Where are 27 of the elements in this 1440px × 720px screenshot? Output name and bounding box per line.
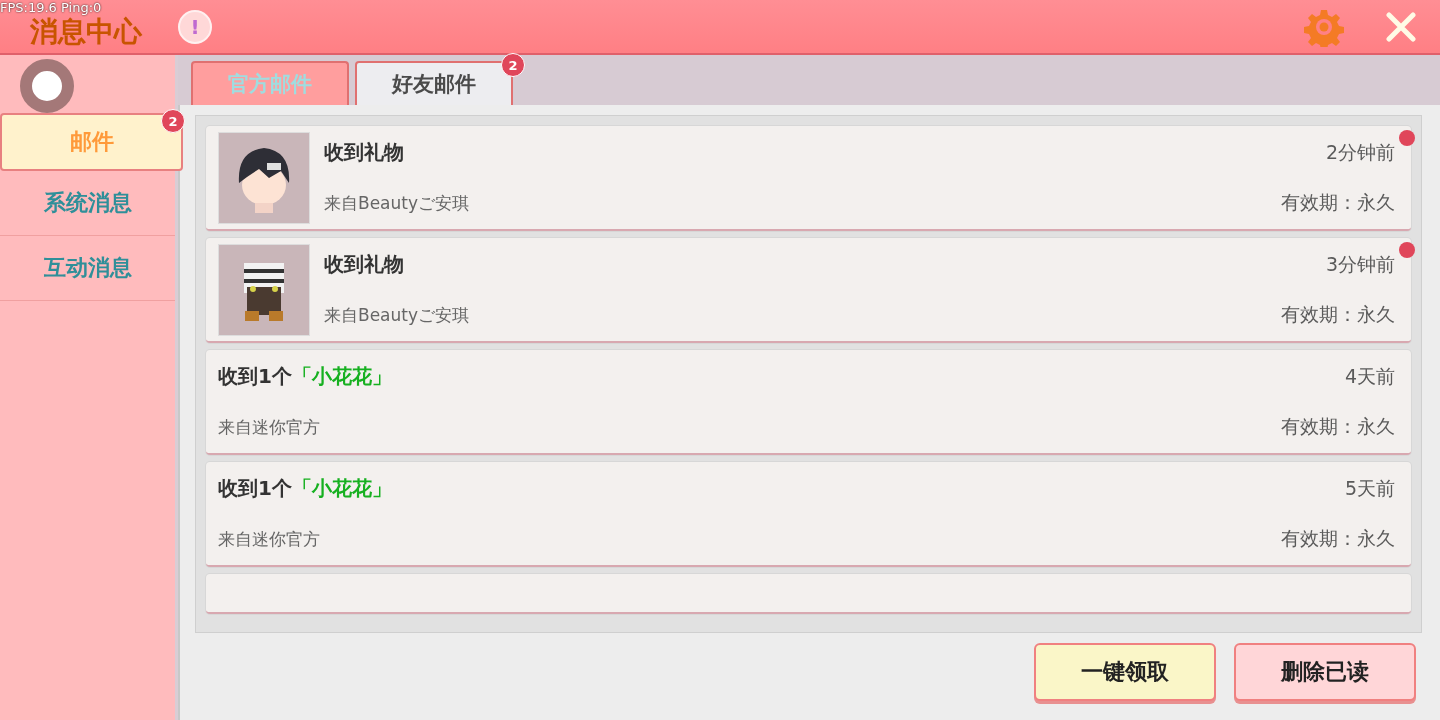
count-badge: 2 xyxy=(501,53,525,77)
count-badge: 2 xyxy=(161,109,185,133)
mail-time: 5天前 xyxy=(1344,476,1395,501)
mail-sender: 来自Beautyご安琪 xyxy=(324,192,470,215)
mail-title: 收到礼物 xyxy=(324,251,404,278)
validity-text: 有效期：永久 xyxy=(1281,302,1395,327)
mail-card[interactable]: 收到1个「小花花」 4天前 来自迷你官方 有效期：永久 xyxy=(206,350,1411,455)
window-title: 消息中心 xyxy=(30,14,142,50)
mail-sender: 来自迷你官方 xyxy=(218,528,320,551)
validity-text: 有效期：永久 xyxy=(1281,414,1395,439)
mail-title: 收到1个「小花花」 xyxy=(218,363,392,390)
mail-sender: 来自迷你官方 xyxy=(218,416,320,439)
fps-counter: FPS:19.6 Ping:0 xyxy=(0,0,102,15)
mail-card[interactable]: 收到1个「小花花」 5天前 来自迷你官方 有效期：永久 xyxy=(206,462,1411,567)
action-button[interactable]: 一键领取 xyxy=(1034,643,1216,701)
avatar-ring xyxy=(20,59,74,113)
mail-title: 收到1个「小花花」 xyxy=(218,475,392,502)
mail-card[interactable] xyxy=(206,574,1411,614)
mail-time: 3分钟前 xyxy=(1325,252,1395,277)
mail-time: 4天前 xyxy=(1344,364,1395,389)
mail-title: 收到礼物 xyxy=(324,139,404,166)
mail-time: 2分钟前 xyxy=(1325,140,1395,165)
mail-sender: 来自Beautyご安琪 xyxy=(324,304,470,327)
action-button[interactable]: 删除已读 xyxy=(1234,643,1416,701)
validity-text: 有效期：永久 xyxy=(1281,526,1395,551)
close-icon[interactable] xyxy=(1386,11,1416,42)
validity-text: 有效期：永久 xyxy=(1281,190,1395,215)
